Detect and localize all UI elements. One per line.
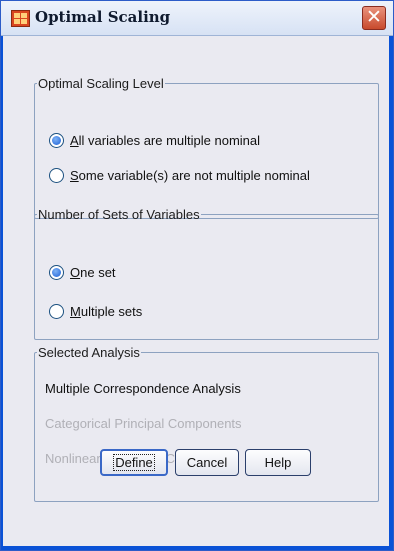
help-button[interactable]: Help — [245, 449, 311, 476]
optimal-scaling-level-legend: Optimal Scaling Level — [38, 76, 164, 91]
dialog-title: Optimal Scaling — [35, 8, 171, 26]
radio-button[interactable] — [49, 167, 64, 183]
radio-label: Some variable(s) are not multiple nomina… — [70, 167, 310, 183]
cancel-button-label: Cancel — [186, 455, 228, 470]
selected-analysis-group: Selected Analysis Multiple Correspondenc… — [34, 345, 379, 502]
radio-multiple-sets[interactable]: Multiple sets — [49, 301, 142, 321]
radio-label: Multiple sets — [70, 303, 143, 319]
radio-all-multiple-nominal[interactable]: All variables are multiple nominal — [49, 130, 260, 150]
close-icon: ✕ — [366, 6, 382, 28]
help-button-label: Help — [264, 455, 292, 470]
dialog-body: Optimal Scaling Level All variables are … — [3, 36, 389, 546]
radio-button[interactable] — [49, 303, 64, 319]
cancel-button[interactable]: Cancel — [175, 449, 239, 476]
analysis-mca: Multiple Correspondence Analysis — [45, 381, 241, 396]
spss-table-icon — [11, 10, 30, 27]
radio-label: One set — [70, 264, 116, 280]
analysis-catpca: Categorical Principal Components — [45, 416, 242, 431]
define-button-label: Define — [113, 454, 155, 471]
radio-one-set[interactable]: One set — [49, 262, 116, 282]
define-button[interactable]: Define — [100, 449, 168, 476]
optimal-scaling-dialog: Optimal Scaling ✕ Optimal Scaling Level … — [0, 0, 394, 551]
radio-label: All variables are multiple nominal — [70, 132, 261, 148]
close-button[interactable]: ✕ — [362, 6, 386, 30]
number-of-sets-group: Number of Sets of Variables One set Mult… — [34, 207, 379, 340]
radio-button-selected[interactable] — [49, 132, 64, 148]
radio-button-selected[interactable] — [49, 264, 64, 280]
radio-some-not-multiple-nominal[interactable]: Some variable(s) are not multiple nomina… — [49, 165, 310, 185]
number-of-sets-legend: Number of Sets of Variables — [38, 207, 200, 222]
title-bar[interactable]: Optimal Scaling ✕ — [1, 1, 393, 36]
optimal-scaling-level-group: Optimal Scaling Level All variables are … — [34, 76, 379, 219]
selected-analysis-legend: Selected Analysis — [38, 345, 140, 360]
